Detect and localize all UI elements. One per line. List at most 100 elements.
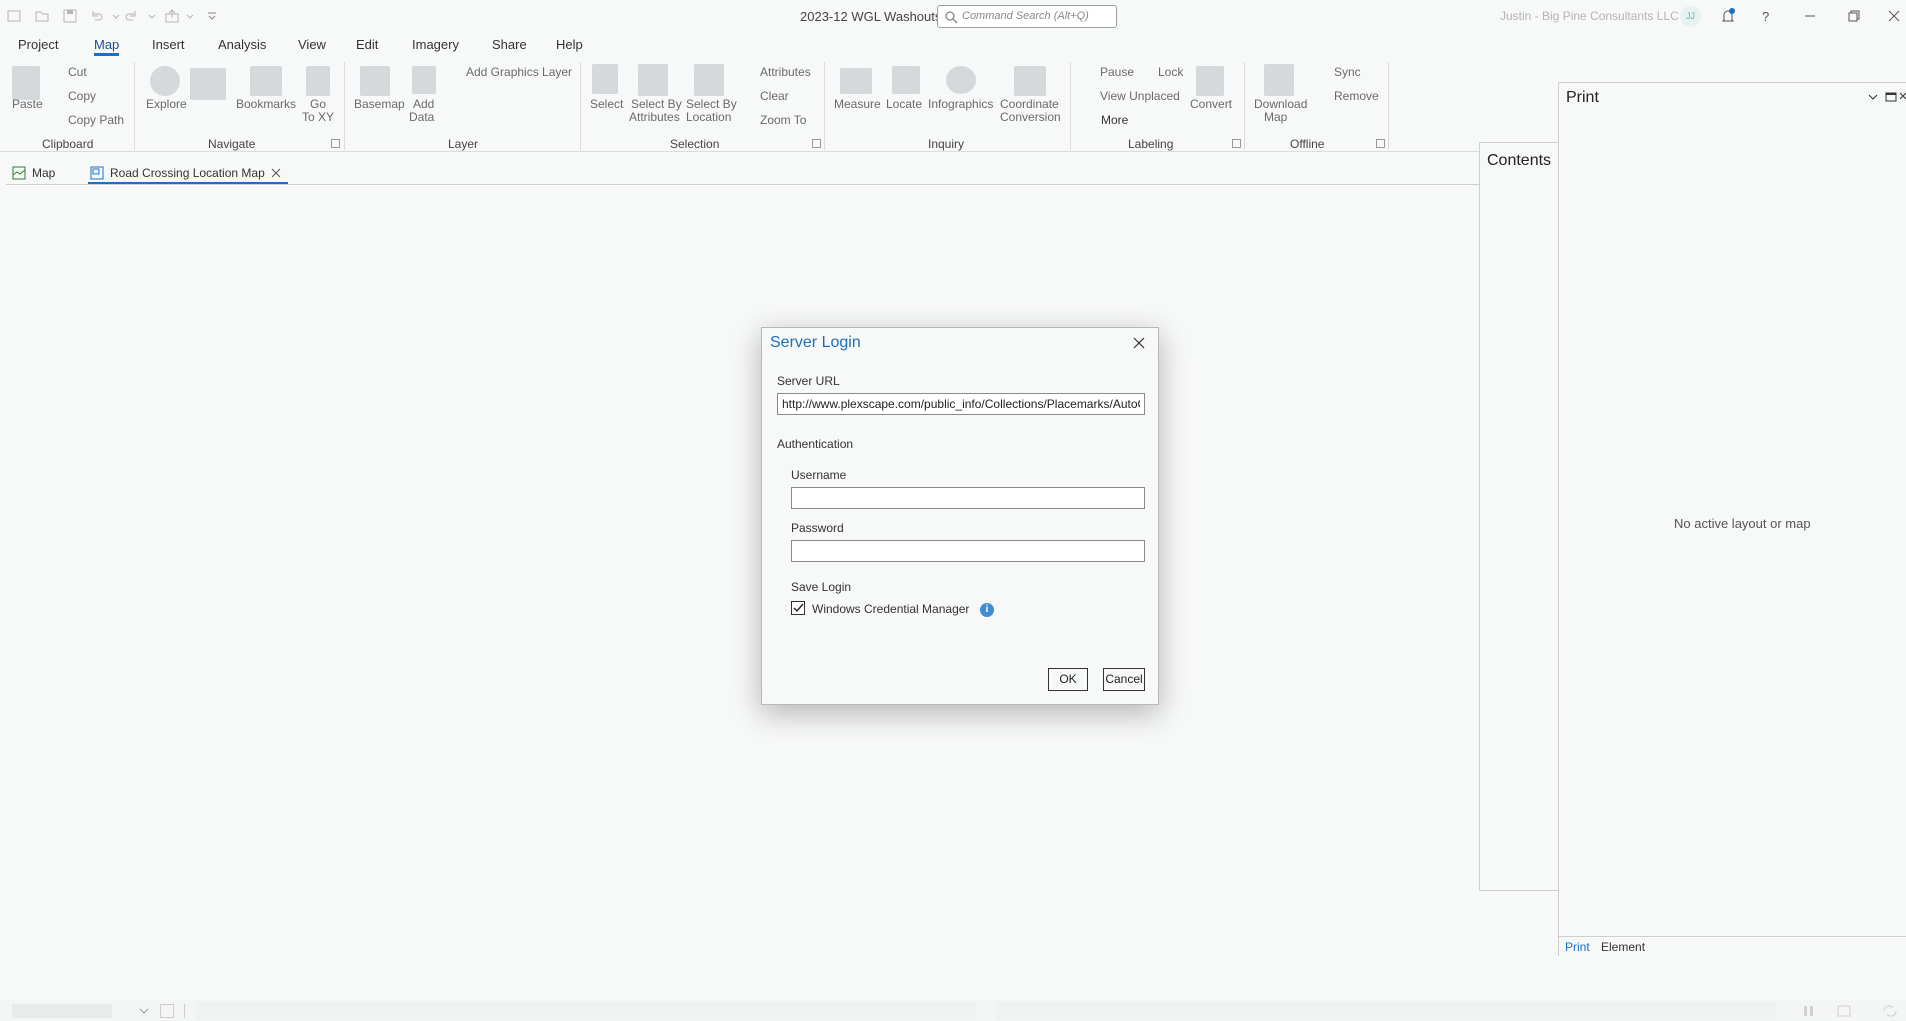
scale-dropdown[interactable] — [12, 1004, 112, 1018]
tab-edit[interactable]: Edit — [356, 37, 378, 52]
help-icon[interactable]: ? — [1756, 6, 1776, 26]
tab-imagery[interactable]: Imagery — [412, 37, 459, 52]
labeling-launcher-icon[interactable] — [1232, 139, 1241, 148]
pause-drawing-icon[interactable] — [1800, 1004, 1820, 1018]
tab-view[interactable]: View — [298, 37, 326, 52]
sync-button[interactable]: Sync — [1334, 65, 1361, 79]
scale-options-icon[interactable] — [136, 1004, 152, 1018]
convert-button[interactable]: Convert — [1190, 98, 1232, 111]
navigation-dropdown[interactable] — [160, 1004, 174, 1018]
search-icon — [944, 10, 958, 24]
ok-button[interactable]: OK — [1048, 668, 1088, 691]
notifications-icon[interactable] — [1718, 6, 1738, 26]
pane-maximize-icon[interactable] — [1885, 91, 1897, 103]
refresh-icon[interactable] — [1880, 1004, 1900, 1018]
selection-group-label: Selection — [670, 137, 720, 151]
signed-in-user[interactable]: Justin - Big Pine Consultants LLC — [1500, 9, 1679, 23]
paste-icon — [12, 66, 40, 100]
undo-dropdown-icon[interactable] — [108, 8, 124, 24]
view-tab-map[interactable]: Map — [10, 162, 70, 184]
undo-icon[interactable] — [88, 8, 104, 24]
pane-close-icon[interactable] — [1899, 91, 1906, 103]
add-data-button-line2[interactable]: Data — [409, 111, 434, 124]
username-input[interactable] — [791, 487, 1145, 509]
locate-icon — [892, 66, 920, 94]
view-tab-map-label: Map — [32, 166, 56, 180]
open-project-icon[interactable] — [34, 8, 50, 24]
tab-insert[interactable]: Insert — [152, 37, 185, 52]
view-tabs: Map Road Crossing Location Map — [0, 158, 1480, 184]
layout-view-icon[interactable] — [1836, 1004, 1856, 1018]
go-to-xy-button-line2[interactable]: To XY — [302, 111, 334, 124]
minimize-icon[interactable] — [1800, 6, 1820, 26]
offline-launcher-icon[interactable] — [1376, 139, 1385, 148]
tab-print[interactable]: Print — [1565, 940, 1590, 954]
paste-button[interactable]: Paste — [12, 98, 43, 111]
avatar[interactable]: JJ — [1680, 6, 1701, 27]
measure-button[interactable]: Measure — [834, 98, 881, 111]
coordinate-conversion-line2[interactable]: Conversion — [1000, 111, 1061, 124]
group-divider — [824, 62, 825, 150]
selection-launcher-icon[interactable] — [812, 139, 821, 148]
tab-element[interactable]: Element — [1601, 940, 1645, 954]
basemap-button[interactable]: Basemap — [354, 98, 405, 111]
close-window-icon[interactable] — [1884, 6, 1904, 26]
tab-project[interactable]: Project — [18, 37, 58, 52]
convert-icon — [1196, 66, 1224, 96]
tab-analysis[interactable]: Analysis — [218, 37, 266, 52]
more-labeling-button[interactable]: More — [1101, 113, 1128, 127]
info-icon[interactable]: i — [980, 603, 994, 617]
download-map-line2[interactable]: Map — [1264, 111, 1287, 124]
tab-help[interactable]: Help — [556, 37, 583, 52]
group-divider — [1070, 62, 1071, 150]
clear-selection-button[interactable]: Clear — [760, 89, 789, 103]
redo-dropdown-icon[interactable] — [144, 8, 160, 24]
copy-path-button[interactable]: Copy Path — [68, 113, 124, 127]
locate-button[interactable]: Locate — [886, 98, 922, 111]
close-tab-icon[interactable] — [270, 167, 282, 179]
customize-qat-icon[interactable] — [204, 8, 220, 24]
copy-button[interactable]: Copy — [68, 89, 96, 103]
server-url-input[interactable] — [777, 393, 1145, 415]
select-by-attributes-line2[interactable]: Attributes — [629, 111, 680, 124]
explore-button[interactable]: Explore — [146, 98, 187, 111]
group-divider — [134, 62, 135, 150]
zoom-to-selection-button[interactable]: Zoom To — [760, 113, 806, 127]
attributes-button[interactable]: Attributes — [760, 65, 811, 79]
tab-share[interactable]: Share — [492, 37, 527, 52]
password-input[interactable] — [791, 540, 1145, 562]
clipboard-group-label: Clipboard — [42, 137, 94, 151]
infographics-icon — [946, 66, 976, 94]
remove-button[interactable]: Remove — [1334, 89, 1379, 103]
cancel-button[interactable]: Cancel — [1103, 668, 1145, 691]
redo-icon[interactable] — [124, 8, 140, 24]
document-title: 2023-12 WGL Washouts — [800, 9, 942, 24]
map-view-area[interactable] — [6, 184, 1480, 984]
view-unplaced-button[interactable]: View Unplaced — [1100, 89, 1180, 103]
add-graphics-layer-button[interactable]: Add Graphics Layer — [466, 65, 572, 79]
coordinate-conversion-icon — [1014, 66, 1046, 96]
credential-manager-checkbox[interactable] — [791, 601, 805, 615]
zoom-tools-icon[interactable] — [190, 68, 226, 100]
share-icon[interactable] — [164, 8, 180, 24]
infographics-button[interactable]: Infographics — [928, 98, 993, 111]
tab-map[interactable]: Map — [94, 37, 120, 56]
save-icon[interactable] — [62, 8, 78, 24]
navigate-launcher-icon[interactable] — [331, 139, 340, 148]
save-login-label: Save Login — [791, 580, 852, 594]
bookmarks-button[interactable]: Bookmarks — [236, 98, 296, 111]
pause-labeling-button[interactable]: Pause — [1100, 65, 1134, 79]
close-icon[interactable] — [1132, 336, 1146, 350]
cut-button[interactable]: Cut — [68, 65, 87, 79]
new-project-icon[interactable] — [6, 8, 22, 24]
view-tab-layout[interactable]: Road Crossing Location Map — [88, 162, 288, 184]
select-by-location-line2[interactable]: Location — [686, 111, 731, 124]
share-dropdown-icon[interactable] — [182, 8, 198, 24]
pane-options-icon[interactable] — [1867, 91, 1879, 103]
select-button[interactable]: Select — [590, 98, 623, 111]
command-search-input[interactable]: Command Search (Alt+Q) — [937, 5, 1117, 28]
explore-icon — [150, 66, 180, 96]
restore-icon[interactable] — [1844, 6, 1864, 26]
offline-group-label: Offline — [1290, 137, 1325, 151]
lock-labeling-button[interactable]: Lock — [1158, 65, 1183, 79]
